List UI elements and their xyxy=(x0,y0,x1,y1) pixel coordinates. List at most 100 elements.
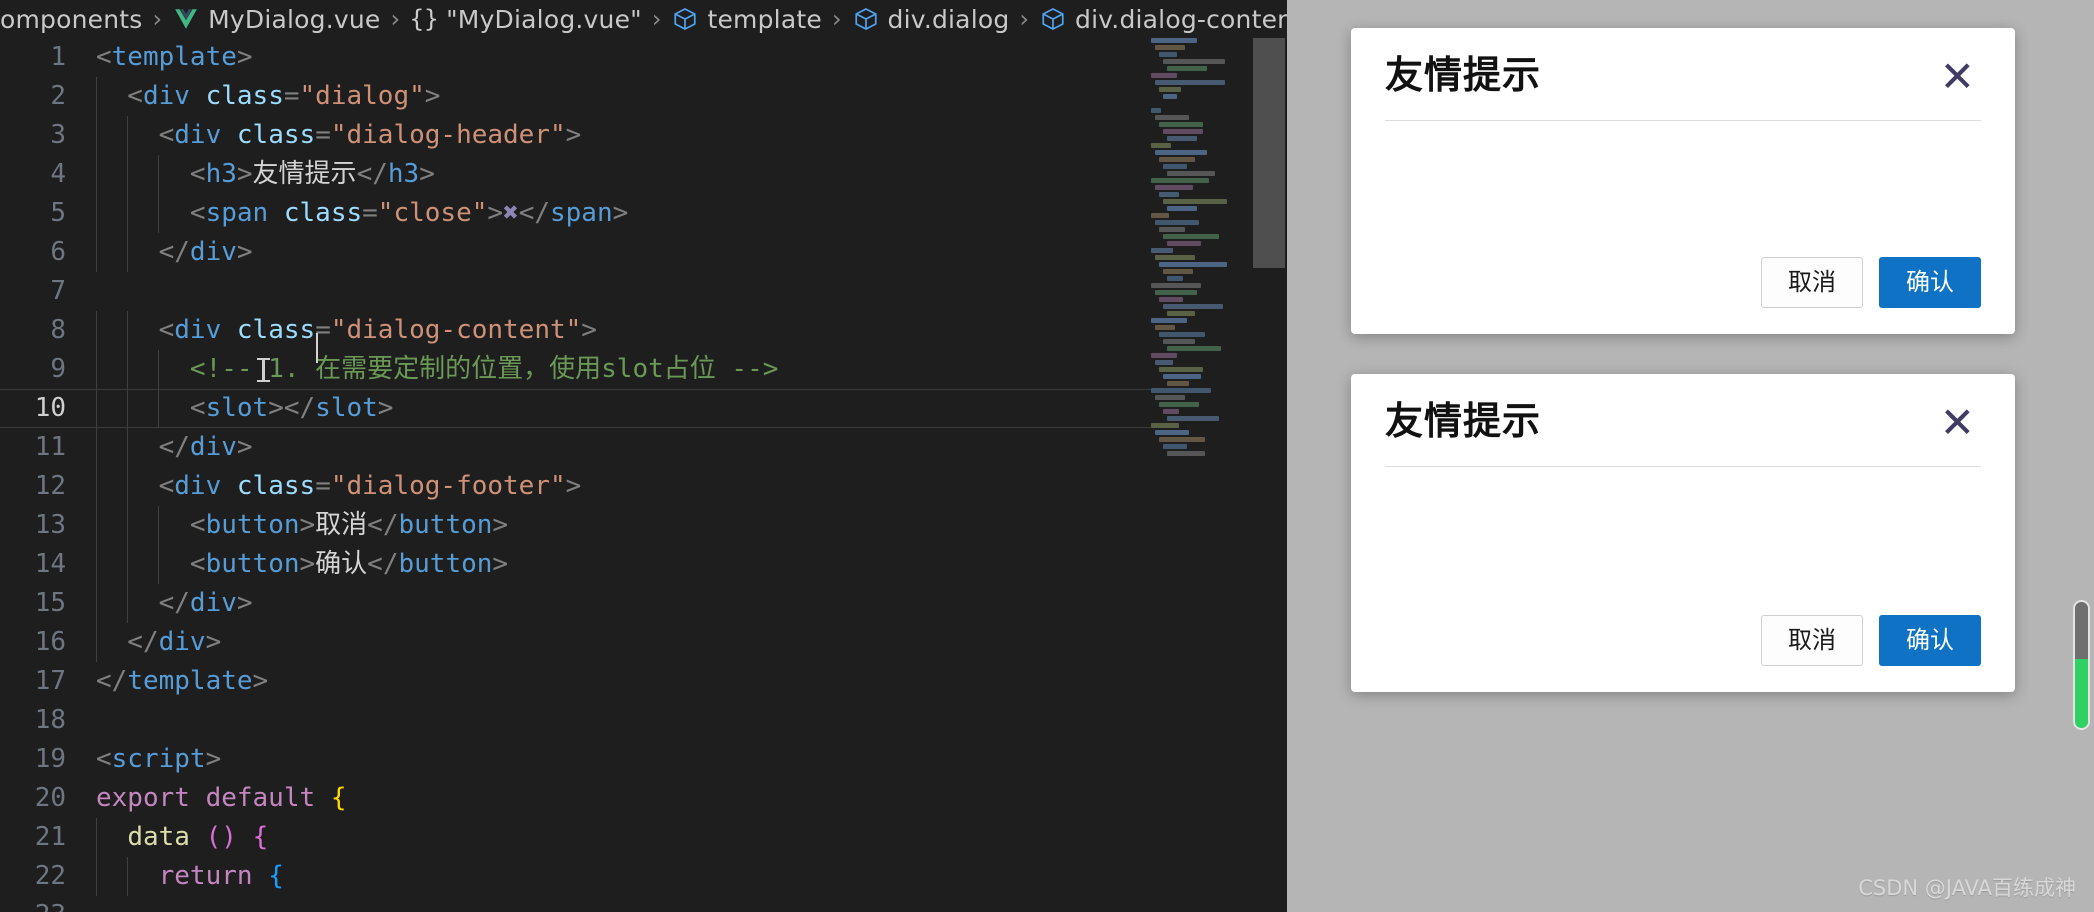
code-token: < xyxy=(96,393,206,423)
code-line[interactable]: 23 xyxy=(0,896,1287,912)
code-token: slot xyxy=(205,393,269,423)
editor-scrollbar[interactable] xyxy=(1251,38,1287,912)
minimap-line xyxy=(1151,143,1171,148)
code-token: > xyxy=(205,627,222,657)
code-line[interactable]: 9 <!-- 1. 在需要定制的位置，使用slot占位 --> xyxy=(0,350,1287,389)
code-token: div xyxy=(174,315,222,345)
code-token: () xyxy=(205,822,237,852)
cancel-button[interactable]: 取消 xyxy=(1761,257,1863,308)
breadcrumb[interactable]: omponents › MyDialog.vue › {} "MyDialog.vue" ›… xyxy=(0,0,1287,38)
minimap-line xyxy=(1163,94,1177,99)
line-text: </div> xyxy=(88,623,221,662)
minimap-line xyxy=(1167,381,1189,386)
minimap-line xyxy=(1155,220,1199,225)
code-token: div xyxy=(189,588,237,618)
code-line[interactable]: 3 <div class="dialog-header"> xyxy=(0,116,1287,155)
screen-root: omponents › MyDialog.vue › {} "MyDialog.vue" ›… xyxy=(0,0,2094,912)
cancel-button[interactable]: 取消 xyxy=(1761,615,1863,666)
line-number: 19 xyxy=(34,744,66,774)
code-content[interactable]: 1 <template> 2 <div class="dialog"> 3 <div … xyxy=(0,38,1287,912)
indent-guide xyxy=(96,818,97,857)
close-icon[interactable]: ✕ xyxy=(1934,54,1981,100)
minimap-line xyxy=(1163,199,1227,204)
code-line[interactable]: 10 <slot></slot> xyxy=(0,389,1287,428)
indent-guide xyxy=(127,350,128,389)
minimap-line xyxy=(1155,185,1193,190)
line-number: 6 xyxy=(50,237,66,267)
breadcrumb-item-3[interactable]: template xyxy=(671,5,822,34)
minimap-line xyxy=(1151,423,1179,428)
code-token: class xyxy=(236,315,316,345)
code-line[interactable]: 13 <button>取消</button> xyxy=(0,506,1287,545)
indent-guide xyxy=(96,155,97,194)
code-token: export default xyxy=(96,783,316,813)
breadcrumb-separator: › xyxy=(390,5,401,33)
indent-guide xyxy=(96,623,97,662)
code-line[interactable]: 4 <h3>友情提示</h3> xyxy=(0,155,1287,194)
code-line[interactable]: 19 <script> xyxy=(0,740,1287,779)
page-scrollbar[interactable] xyxy=(2068,0,2094,912)
minimap-line xyxy=(1163,339,1195,344)
code-line[interactable]: 2 <div class="dialog"> xyxy=(0,77,1287,116)
line-text: <button>取消</button> xyxy=(88,506,508,545)
line-number: 3 xyxy=(50,120,66,150)
code-token: 友情提示 xyxy=(252,159,357,189)
breadcrumb-item-1[interactable]: MyDialog.vue xyxy=(172,5,380,34)
breadcrumb-item-0[interactable]: omponents xyxy=(0,5,143,34)
code-line[interactable]: 1 <template> xyxy=(0,38,1287,77)
braces-icon: {} xyxy=(409,5,439,33)
line-number: 16 xyxy=(34,627,66,657)
dialog-footer: 取消 确认 xyxy=(1761,257,1981,308)
code-token: > xyxy=(565,471,582,501)
indent-guide xyxy=(127,506,128,545)
line-text: <script> xyxy=(88,740,221,779)
minimap-line xyxy=(1155,255,1195,260)
code-line[interactable]: 18 xyxy=(0,701,1287,740)
code-line[interactable]: 16 </div> xyxy=(0,623,1287,662)
code-token: </ xyxy=(367,510,399,540)
minimap-line xyxy=(1159,367,1203,372)
code-line[interactable]: 11 </div> xyxy=(0,428,1287,467)
indent-guide xyxy=(96,389,97,428)
indent-guide xyxy=(158,389,159,428)
minimap-line xyxy=(1167,311,1195,316)
code-token: ></ xyxy=(268,393,316,423)
code-line[interactable]: 15 </div> xyxy=(0,584,1287,623)
dialog-content-slot xyxy=(1351,467,2015,533)
breadcrumb-item-5[interactable]: div.dialog-content xyxy=(1039,5,1287,34)
minimap-line xyxy=(1155,80,1225,85)
editor-scrollbar-thumb[interactable] xyxy=(1253,38,1285,268)
indent-guide xyxy=(158,350,159,389)
code-line[interactable]: 22 return { xyxy=(0,857,1287,896)
line-text: </template> xyxy=(88,662,268,701)
code-line[interactable]: 21 data () { xyxy=(0,818,1287,857)
indent-guide xyxy=(96,311,97,350)
code-token: </ xyxy=(356,159,388,189)
breadcrumb-separator: › xyxy=(651,5,662,33)
code-token: div xyxy=(174,471,222,501)
code-line[interactable]: 6 </div> xyxy=(0,233,1287,272)
line-number: 22 xyxy=(34,861,66,891)
breadcrumb-item-4[interactable]: div.dialog xyxy=(852,5,1010,34)
confirm-button[interactable]: 确认 xyxy=(1879,615,1981,666)
line-number: 4 xyxy=(50,159,66,189)
line-number: 15 xyxy=(34,588,66,618)
breadcrumb-item-2[interactable]: {} "MyDialog.vue" xyxy=(410,5,642,34)
code-line[interactable]: 20 export default { xyxy=(0,779,1287,818)
close-icon[interactable]: ✕ xyxy=(1934,400,1981,446)
code-line[interactable]: 17 </template> xyxy=(0,662,1287,701)
code-line[interactable]: 14 <button>确认</button> xyxy=(0,545,1287,584)
line-text: export default { xyxy=(88,779,346,818)
code-line[interactable]: 7 xyxy=(0,272,1287,311)
page-scrollbar-thumb[interactable] xyxy=(2073,600,2090,730)
confirm-button[interactable]: 确认 xyxy=(1879,257,1981,308)
breadcrumb-separator: › xyxy=(831,5,842,33)
code-line[interactable]: 12 <div class="dialog-footer"> xyxy=(0,467,1287,506)
code-token: class xyxy=(236,120,316,150)
minimap-line xyxy=(1159,227,1185,232)
code-line[interactable]: 8 <div class="dialog-content"> xyxy=(0,311,1287,350)
editor-minimap[interactable] xyxy=(1151,38,1251,912)
code-line[interactable]: 5 <span class="close">✖</span> xyxy=(0,194,1287,233)
